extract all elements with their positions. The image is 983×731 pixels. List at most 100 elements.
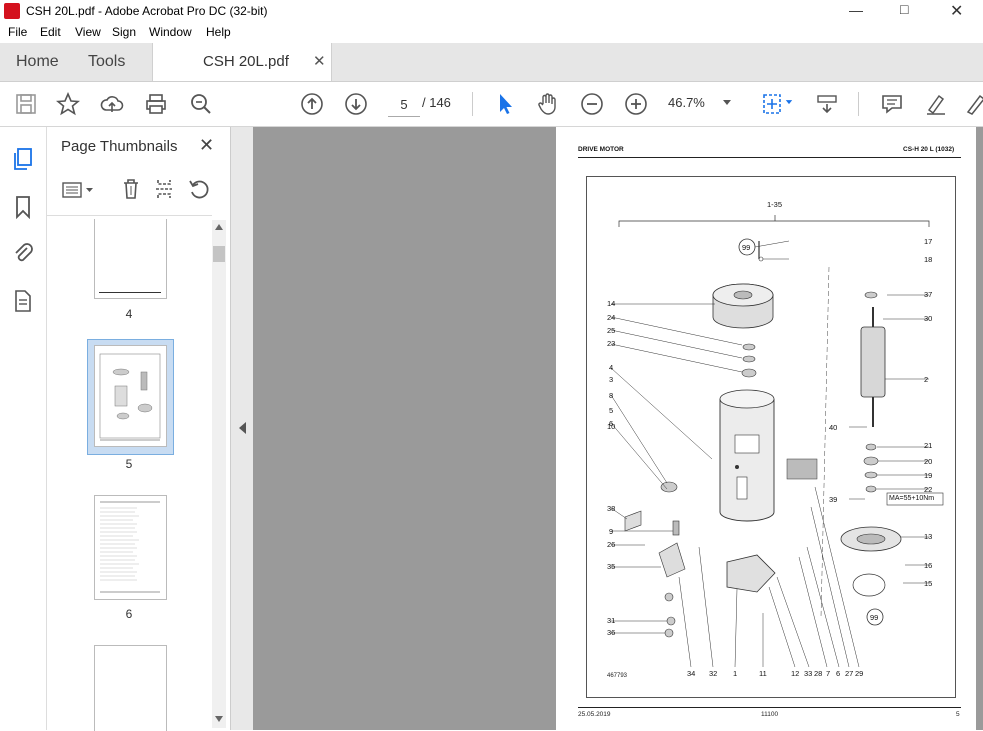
- callout-label: 32: [709, 669, 718, 678]
- select-cursor-icon[interactable]: [493, 92, 517, 116]
- callout-label: 40: [829, 423, 838, 432]
- callout-label: 21: [924, 441, 933, 450]
- tab-home[interactable]: Home: [16, 53, 59, 71]
- bookmark-star-icon[interactable]: [56, 92, 80, 116]
- panel-collapse-strip[interactable]: [231, 127, 254, 730]
- callout-99: 99: [742, 243, 751, 252]
- callout-label: 20: [924, 457, 933, 466]
- callout-label: 34: [687, 669, 696, 678]
- rotate-page-icon[interactable]: [188, 178, 210, 200]
- torque-label: MA=55+10Nm: [889, 495, 935, 502]
- callout-label: 6: [836, 669, 841, 678]
- title-bar: CSH 20L.pdf - Adobe Acrobat Pro DC (32-b…: [0, 0, 983, 22]
- thumbnail-parts-table: [100, 501, 160, 593]
- page-header-right: CS-H 20 L (1032): [903, 146, 955, 153]
- zoom-out-icon[interactable]: [580, 92, 604, 116]
- callout-label: 24: [607, 313, 616, 322]
- page-footer-left: 25.05.2019: [578, 711, 611, 718]
- callout-label: 31: [607, 616, 616, 625]
- find-zoom-icon[interactable]: [189, 92, 213, 116]
- save-icon[interactable]: [14, 92, 38, 116]
- scrollbar-thumb[interactable]: [213, 246, 225, 262]
- close-tab-icon[interactable]: ✕: [313, 52, 326, 70]
- callout-label: 30: [924, 314, 933, 323]
- thumbnail-page-6[interactable]: [94, 495, 167, 600]
- thumbnail-page-4[interactable]: [94, 219, 167, 299]
- zoom-level-value[interactable]: 46.7%: [668, 95, 705, 110]
- fit-page-icon[interactable]: [760, 92, 784, 116]
- close-panel-icon[interactable]: ✕: [199, 135, 214, 156]
- draw-pen-icon[interactable]: [964, 92, 983, 116]
- menu-bar: File Edit View Sign Window Help: [0, 22, 983, 43]
- scroll-up-arrow-icon[interactable]: [215, 224, 223, 230]
- collapse-arrow-icon[interactable]: [239, 422, 246, 434]
- callout-label: 36: [607, 628, 616, 637]
- menu-file[interactable]: File: [8, 25, 27, 39]
- thumbnail-page-7[interactable]: [94, 645, 167, 731]
- close-window-button[interactable]: ✕: [950, 1, 963, 21]
- callout-label: 11: [759, 669, 767, 678]
- upload-cloud-icon[interactable]: [100, 92, 124, 116]
- tab-tools[interactable]: Tools: [88, 53, 125, 71]
- tab-document[interactable]: CSH 20L.pdf ✕: [152, 43, 332, 81]
- bookmarks-icon[interactable]: [14, 195, 32, 219]
- menu-help[interactable]: Help: [206, 25, 231, 39]
- callout-label: 4: [609, 363, 614, 372]
- callout-label: 15: [924, 579, 933, 588]
- callout-label: 26: [607, 540, 616, 549]
- menu-edit[interactable]: Edit: [40, 25, 61, 39]
- previous-page-icon[interactable]: [300, 92, 324, 116]
- next-page-icon[interactable]: [344, 92, 368, 116]
- acrobat-app-icon: [4, 3, 20, 19]
- callout-label: 18: [924, 255, 933, 264]
- callout-label: 1: [733, 669, 738, 678]
- comment-icon[interactable]: [880, 92, 904, 116]
- drawing-number: 467793: [607, 673, 628, 679]
- callout-label: 28: [814, 669, 823, 678]
- fit-dropdown-chevron-icon[interactable]: [785, 99, 793, 106]
- maximize-button[interactable]: □: [900, 1, 908, 17]
- zoom-in-icon[interactable]: [624, 92, 648, 116]
- callout-label: 27: [845, 669, 854, 678]
- window-title: CSH 20L.pdf - Adobe Acrobat Pro DC (32-b…: [26, 4, 268, 18]
- callout-label: 5: [609, 406, 614, 415]
- thumbnail-scrollbar[interactable]: [212, 220, 226, 728]
- callout-label: 12: [791, 669, 800, 678]
- delete-page-icon[interactable]: [121, 178, 141, 200]
- scroll-mode-icon[interactable]: [815, 92, 839, 116]
- callout-label: 7: [826, 669, 831, 678]
- menu-sign[interactable]: Sign: [112, 25, 136, 39]
- attachments-icon[interactable]: [12, 241, 34, 265]
- menu-window[interactable]: Window: [149, 25, 192, 39]
- extract-page-icon[interactable]: [154, 178, 174, 200]
- thumbnail-drawing: [99, 353, 161, 441]
- page-header-left: DRIVE MOTOR: [578, 146, 624, 153]
- callout-label: 9: [609, 527, 614, 536]
- thumbnail-page-5[interactable]: [94, 345, 167, 447]
- tab-bar: Home Tools CSH 20L.pdf ✕: [0, 43, 983, 82]
- print-icon[interactable]: [144, 92, 168, 116]
- thumbnail-options-icon[interactable]: [61, 180, 95, 200]
- tab-document-label: CSH 20L.pdf: [203, 53, 289, 70]
- page-thumbnails-icon[interactable]: [12, 147, 34, 171]
- menu-view[interactable]: View: [75, 25, 101, 39]
- callout-label: 33: [804, 669, 813, 678]
- highlight-pen-icon[interactable]: [924, 92, 948, 116]
- callout-label: 2: [924, 375, 929, 384]
- callout-label: 35: [607, 562, 616, 571]
- page-thumbnails-panel: Page Thumbnails ✕ 4 5 6: [47, 127, 231, 731]
- callout-label: 25: [607, 326, 616, 335]
- page-number-input[interactable]: [388, 92, 420, 117]
- document-properties-icon[interactable]: [13, 289, 33, 313]
- minimize-button[interactable]: —: [849, 2, 863, 18]
- callout-label: 13: [924, 532, 933, 541]
- zoom-dropdown-chevron-icon[interactable]: [722, 99, 732, 107]
- scroll-down-arrow-icon[interactable]: [215, 716, 223, 722]
- callout-label: 8: [609, 391, 614, 400]
- callout-label: 10: [607, 422, 616, 431]
- thumbnail-label: 4: [125, 307, 133, 321]
- callout-label: 23: [607, 339, 616, 348]
- hand-tool-icon[interactable]: [536, 92, 560, 116]
- thumbnail-label: 6: [125, 607, 133, 621]
- callout-label: 38: [607, 504, 616, 513]
